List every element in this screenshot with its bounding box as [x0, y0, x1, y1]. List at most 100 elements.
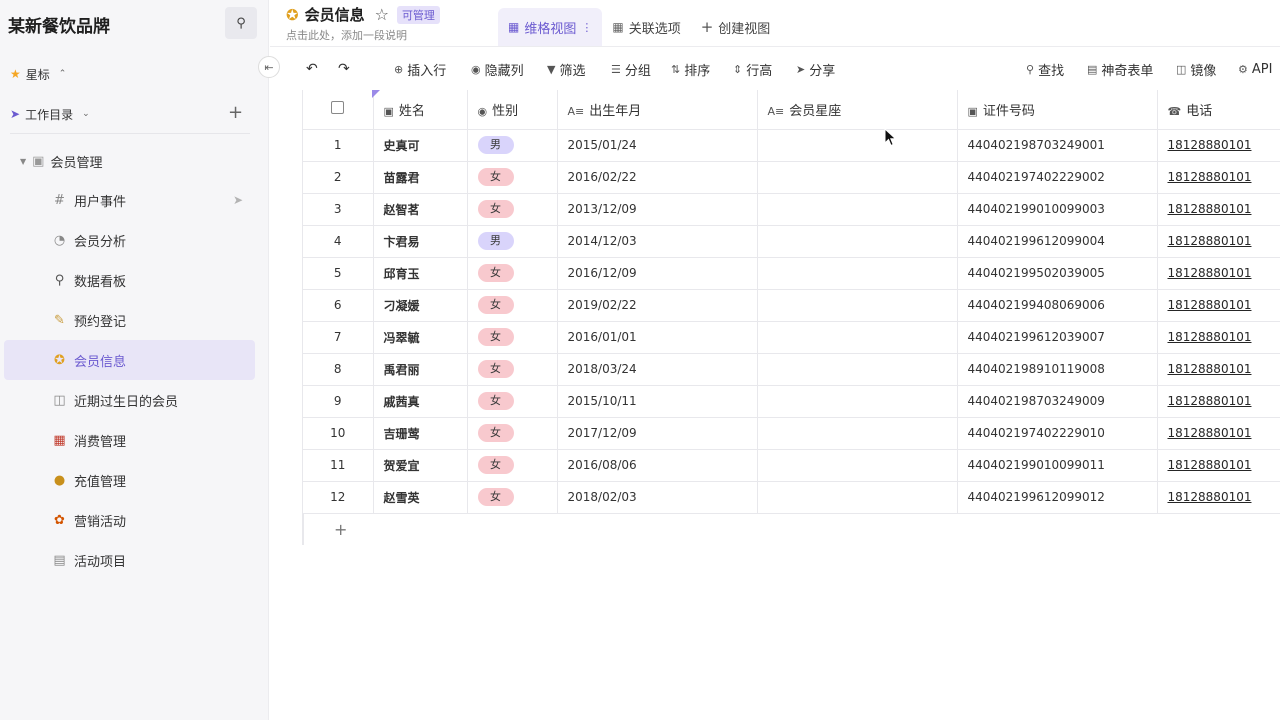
sort-button[interactable]: ⇅ 排序 — [671, 58, 710, 80]
cell-name[interactable]: 戚茜真 — [373, 385, 468, 418]
sidebar-item-member-analysis[interactable]: ◔ 会员分析 — [4, 220, 255, 260]
cell-birth[interactable]: 2018/03/24 — [557, 353, 758, 386]
sidebar-item-reservation[interactable]: ✎ 预约登记 — [4, 300, 255, 340]
redo-button[interactable]: ↷ — [338, 58, 350, 80]
page-title[interactable]: 会员信息 — [305, 4, 365, 25]
table-row[interactable]: 12 赵雪英女 2018/02/03 440402199612099012 181288… — [303, 481, 1280, 514]
cell-zodiac[interactable] — [757, 481, 958, 514]
phone-link[interactable]: 18128880101 — [1168, 426, 1252, 440]
cell-birth[interactable]: 2019/02/22 — [557, 289, 758, 322]
cell-name[interactable]: 史真可 — [373, 129, 468, 162]
create-view-button[interactable]: + 创建视图 — [691, 8, 781, 46]
column-header-zodiac[interactable]: A≡ 会员星座 — [757, 90, 958, 130]
cell-name[interactable]: 冯翠毓 — [373, 321, 468, 354]
cell-gender[interactable]: 女 — [467, 353, 558, 386]
cell-id-number[interactable]: 440402198703249001 — [957, 129, 1158, 162]
cell-id-number[interactable]: 440402199502039005 — [957, 257, 1158, 290]
cell-zodiac[interactable] — [757, 449, 958, 482]
cell-id-number[interactable]: 440402198703249009 — [957, 385, 1158, 418]
add-node-button[interactable]: + — [228, 103, 243, 123]
phone-link[interactable]: 18128880101 — [1168, 394, 1252, 408]
cell-gender[interactable]: 女 — [467, 385, 558, 418]
table-row[interactable]: 5 邱育玉女 2016/12/09 440402199502039005 1812888… — [303, 257, 1280, 290]
sidebar-search-button[interactable]: ⚲ — [225, 7, 257, 39]
cell-gender[interactable]: 女 — [467, 417, 558, 450]
filter-button[interactable]: ▼ 筛选 — [547, 58, 585, 80]
cell-id-number[interactable]: 440402199010099003 — [957, 193, 1158, 226]
select-all-checkbox[interactable] — [331, 100, 345, 114]
row-height-button[interactable]: ⇕ 行高 — [733, 58, 772, 80]
cell-zodiac[interactable] — [757, 193, 958, 226]
cell-id-number[interactable]: 440402199010099011 — [957, 449, 1158, 482]
favorite-star-icon[interactable]: ☆ — [375, 5, 389, 24]
select-all-cell[interactable] — [303, 90, 374, 130]
sidebar-workspace-toggle[interactable]: ➤ 工作目录 ⌄ — [10, 103, 90, 125]
sidebar-item-recharge[interactable]: ● 充值管理 — [4, 460, 255, 500]
phone-link[interactable]: 18128880101 — [1168, 298, 1252, 312]
table-row[interactable]: 11 贺爱宜女 2016/08/06 440402199010099011 181288… — [303, 449, 1280, 482]
cell-gender[interactable]: 女 — [467, 193, 558, 226]
table-row[interactable]: 6 刁凝媛女 2019/02/22 440402199408069006 1812888… — [303, 289, 1280, 322]
cell-birth[interactable]: 2016/02/22 — [557, 161, 758, 194]
cell-phone[interactable]: 18128880101 — [1157, 449, 1280, 482]
send-icon[interactable]: ➤ — [233, 193, 243, 207]
cell-name[interactable]: 赵雪英 — [373, 481, 468, 514]
cell-gender[interactable]: 女 — [467, 289, 558, 322]
cell-phone[interactable]: 18128880101 — [1157, 385, 1280, 418]
phone-link[interactable]: 18128880101 — [1168, 362, 1252, 376]
column-header-id-number[interactable]: ▣ 证件号码 — [957, 90, 1158, 130]
collapse-sidebar-button[interactable]: ⇤ — [258, 56, 280, 78]
cell-birth[interactable]: 2016/12/09 — [557, 257, 758, 290]
phone-link[interactable]: 18128880101 — [1168, 234, 1252, 248]
table-row[interactable]: 3 赵智茗女 2013/12/09 440402199010099003 1812888… — [303, 193, 1280, 226]
cell-birth[interactable]: 2015/01/24 — [557, 129, 758, 162]
cell-phone[interactable]: 18128880101 — [1157, 353, 1280, 386]
add-record-button[interactable]: + — [303, 513, 1280, 545]
cell-gender[interactable]: 女 — [467, 161, 558, 194]
sidebar-item-member-info[interactable]: ✪ 会员信息 — [4, 340, 255, 380]
cell-zodiac[interactable] — [757, 161, 958, 194]
sidebar-starred-toggle[interactable]: ★ 星标 ⌃ — [10, 63, 66, 85]
cell-birth[interactable]: 2013/12/09 — [557, 193, 758, 226]
cell-gender[interactable]: 女 — [467, 257, 558, 290]
cell-phone[interactable]: 18128880101 — [1157, 193, 1280, 226]
cell-birth[interactable]: 2014/12/03 — [557, 225, 758, 258]
magic-form-button[interactable]: ▤ 神奇表单 — [1087, 58, 1153, 80]
cell-birth[interactable]: 2016/08/06 — [557, 449, 758, 482]
table-row[interactable]: 7 冯翠毓女 2016/01/01 440402199612039007 1812888… — [303, 321, 1280, 354]
cell-phone[interactable]: 18128880101 — [1157, 257, 1280, 290]
cell-id-number[interactable]: 440402199408069006 — [957, 289, 1158, 322]
sidebar-item-marketing[interactable]: ✿ 营销活动 — [4, 500, 255, 540]
sidebar-item-upcoming-birthdays[interactable]: ◫ 近期过生日的会员 — [4, 380, 255, 420]
cell-zodiac[interactable] — [757, 257, 958, 290]
cell-id-number[interactable]: 440402199612099012 — [957, 481, 1158, 514]
cell-id-number[interactable]: 440402197402229010 — [957, 417, 1158, 450]
cell-gender[interactable]: 女 — [467, 481, 558, 514]
cell-zodiac[interactable] — [757, 321, 958, 354]
share-button[interactable]: ➤ 分享 — [796, 58, 835, 80]
cell-name[interactable]: 邱育玉 — [373, 257, 468, 290]
phone-link[interactable]: 18128880101 — [1168, 170, 1252, 184]
cell-phone[interactable]: 18128880101 — [1157, 289, 1280, 322]
table-row[interactable]: 4 卞君易男 2014/12/03 440402199612099004 1812888… — [303, 225, 1280, 258]
cell-birth[interactable]: 2016/01/01 — [557, 321, 758, 354]
undo-button[interactable]: ↶ — [306, 58, 318, 80]
cell-name[interactable]: 贺爱宜 — [373, 449, 468, 482]
cell-name[interactable]: 吉珊莺 — [373, 417, 468, 450]
phone-link[interactable]: 18128880101 — [1168, 138, 1252, 152]
cell-name[interactable]: 卞君易 — [373, 225, 468, 258]
cell-zodiac[interactable] — [757, 289, 958, 322]
cell-name[interactable]: 刁凝媛 — [373, 289, 468, 322]
mirror-button[interactable]: ◫ 镜像 — [1176, 58, 1216, 80]
group-button[interactable]: ☰ 分组 — [611, 58, 651, 80]
phone-link[interactable]: 18128880101 — [1168, 490, 1252, 504]
cell-phone[interactable]: 18128880101 — [1157, 481, 1280, 514]
sidebar-item-consumption[interactable]: ▦ 消费管理 — [4, 420, 255, 460]
cell-name[interactable]: 苗露君 — [373, 161, 468, 194]
cell-zodiac[interactable] — [757, 129, 958, 162]
cell-birth[interactable]: 2018/02/03 — [557, 481, 758, 514]
cell-phone[interactable]: 18128880101 — [1157, 417, 1280, 450]
phone-link[interactable]: 18128880101 — [1168, 266, 1252, 280]
column-header-gender[interactable]: ◉ 性别 — [467, 90, 558, 130]
description-field[interactable]: 点击此处，添加一段说明 — [286, 27, 407, 43]
